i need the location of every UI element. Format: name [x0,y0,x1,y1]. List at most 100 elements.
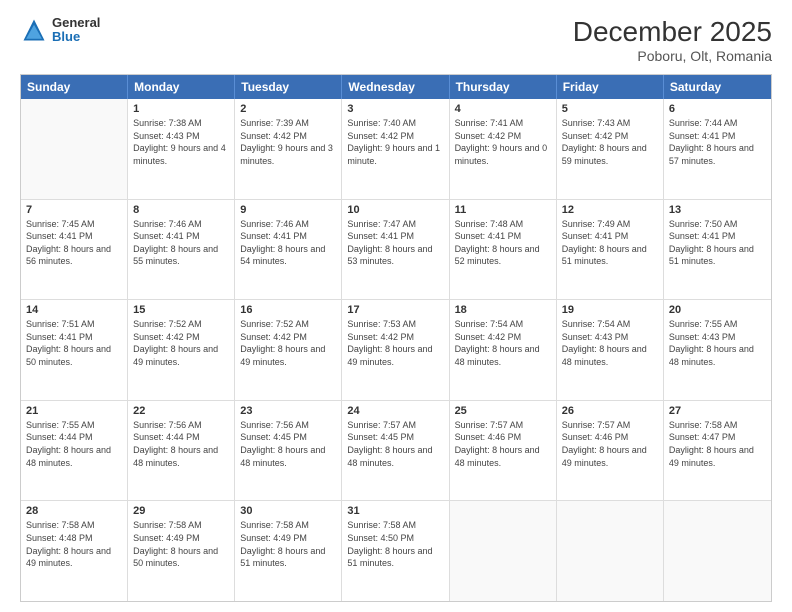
daylight-text: Daylight: 8 hours and 49 minutes. [669,444,766,469]
calendar-cell: 1Sunrise: 7:38 AMSunset: 4:43 PMDaylight… [128,99,235,199]
calendar-cell: 3Sunrise: 7:40 AMSunset: 4:42 PMDaylight… [342,99,449,199]
sunset-text: Sunset: 4:46 PM [562,431,658,444]
calendar-cell: 15Sunrise: 7:52 AMSunset: 4:42 PMDayligh… [128,300,235,400]
daylight-text: Daylight: 8 hours and 48 minutes. [562,343,658,368]
day-number: 16 [240,304,336,316]
calendar-cell: 7Sunrise: 7:45 AMSunset: 4:41 PMDaylight… [21,200,128,300]
sunrise-text: Sunrise: 7:46 AM [240,218,336,231]
sunrise-text: Sunrise: 7:58 AM [133,519,229,532]
sunset-text: Sunset: 4:41 PM [455,230,551,243]
sunrise-text: Sunrise: 7:49 AM [562,218,658,231]
sunset-text: Sunset: 4:42 PM [240,130,336,143]
sunrise-text: Sunrise: 7:52 AM [240,318,336,331]
calendar-row-5: 28Sunrise: 7:58 AMSunset: 4:48 PMDayligh… [21,501,771,601]
calendar-cell: 18Sunrise: 7:54 AMSunset: 4:42 PMDayligh… [450,300,557,400]
day-number: 25 [455,405,551,417]
day-number: 22 [133,405,229,417]
daylight-text: Daylight: 8 hours and 51 minutes. [669,243,766,268]
sunrise-text: Sunrise: 7:55 AM [669,318,766,331]
day-number: 12 [562,204,658,216]
calendar-cell: 26Sunrise: 7:57 AMSunset: 4:46 PMDayligh… [557,401,664,501]
calendar-cell: 10Sunrise: 7:47 AMSunset: 4:41 PMDayligh… [342,200,449,300]
calendar-cell: 21Sunrise: 7:55 AMSunset: 4:44 PMDayligh… [21,401,128,501]
daylight-text: Daylight: 8 hours and 49 minutes. [347,343,443,368]
sunset-text: Sunset: 4:49 PM [133,532,229,545]
calendar-cell: 5Sunrise: 7:43 AMSunset: 4:42 PMDaylight… [557,99,664,199]
header-cell-wednesday: Wednesday [342,75,449,99]
daylight-text: Daylight: 9 hours and 4 minutes. [133,142,229,167]
calendar-cell: 27Sunrise: 7:58 AMSunset: 4:47 PMDayligh… [664,401,771,501]
calendar-cell [664,501,771,601]
sunrise-text: Sunrise: 7:58 AM [26,519,122,532]
day-number: 26 [562,405,658,417]
sunset-text: Sunset: 4:42 PM [347,130,443,143]
day-number: 7 [26,204,122,216]
sunset-text: Sunset: 4:45 PM [347,431,443,444]
calendar-subtitle: Poboru, Olt, Romania [573,48,772,64]
day-number: 28 [26,505,122,517]
sunset-text: Sunset: 4:41 PM [26,331,122,344]
sunset-text: Sunset: 4:41 PM [669,230,766,243]
sunset-text: Sunset: 4:41 PM [669,130,766,143]
daylight-text: Daylight: 9 hours and 3 minutes. [240,142,336,167]
daylight-text: Daylight: 8 hours and 48 minutes. [455,343,551,368]
daylight-text: Daylight: 8 hours and 55 minutes. [133,243,229,268]
calendar-cell [21,99,128,199]
day-number: 27 [669,405,766,417]
daylight-text: Daylight: 9 hours and 1 minute. [347,142,443,167]
calendar-header-row: SundayMondayTuesdayWednesdayThursdayFrid… [21,75,771,99]
daylight-text: Daylight: 8 hours and 49 minutes. [26,545,122,570]
sunrise-text: Sunrise: 7:58 AM [669,419,766,432]
daylight-text: Daylight: 8 hours and 50 minutes. [133,545,229,570]
daylight-text: Daylight: 9 hours and 0 minutes. [455,142,551,167]
sunrise-text: Sunrise: 7:43 AM [562,117,658,130]
calendar-cell [557,501,664,601]
sunrise-text: Sunrise: 7:38 AM [133,117,229,130]
sunrise-text: Sunrise: 7:41 AM [455,117,551,130]
sunset-text: Sunset: 4:41 PM [240,230,336,243]
daylight-text: Daylight: 8 hours and 53 minutes. [347,243,443,268]
calendar-cell: 9Sunrise: 7:46 AMSunset: 4:41 PMDaylight… [235,200,342,300]
calendar-cell: 4Sunrise: 7:41 AMSunset: 4:42 PMDaylight… [450,99,557,199]
sunrise-text: Sunrise: 7:48 AM [455,218,551,231]
calendar-cell: 25Sunrise: 7:57 AMSunset: 4:46 PMDayligh… [450,401,557,501]
day-number: 20 [669,304,766,316]
daylight-text: Daylight: 8 hours and 49 minutes. [562,444,658,469]
sunrise-text: Sunrise: 7:53 AM [347,318,443,331]
day-number: 17 [347,304,443,316]
sunset-text: Sunset: 4:45 PM [240,431,336,444]
calendar-row-1: 1Sunrise: 7:38 AMSunset: 4:43 PMDaylight… [21,99,771,200]
logo-icon [20,16,48,44]
calendar: SundayMondayTuesdayWednesdayThursdayFrid… [20,74,772,602]
daylight-text: Daylight: 8 hours and 49 minutes. [240,343,336,368]
sunrise-text: Sunrise: 7:51 AM [26,318,122,331]
sunrise-text: Sunrise: 7:57 AM [347,419,443,432]
day-number: 31 [347,505,443,517]
sunset-text: Sunset: 4:43 PM [669,331,766,344]
sunrise-text: Sunrise: 7:45 AM [26,218,122,231]
calendar-cell: 31Sunrise: 7:58 AMSunset: 4:50 PMDayligh… [342,501,449,601]
sunset-text: Sunset: 4:41 PM [347,230,443,243]
title-block: December 2025 Poboru, Olt, Romania [573,16,772,64]
day-number: 8 [133,204,229,216]
calendar-cell: 12Sunrise: 7:49 AMSunset: 4:41 PMDayligh… [557,200,664,300]
day-number: 9 [240,204,336,216]
day-number: 4 [455,103,551,115]
sunrise-text: Sunrise: 7:56 AM [240,419,336,432]
day-number: 6 [669,103,766,115]
logo-text: General Blue [52,16,100,45]
daylight-text: Daylight: 8 hours and 49 minutes. [133,343,229,368]
calendar-body: 1 Sunrise: 7:38 AM Sunset: 4:43 PM Daylight… [21,99,771,601]
day-number: 23 [240,405,336,417]
sunrise-text: Sunrise: 7:40 AM [347,117,443,130]
calendar-cell: 19Sunrise: 7:54 AMSunset: 4:43 PMDayligh… [557,300,664,400]
day-number: 1 [133,103,229,115]
sunrise-text: Sunrise: 7:47 AM [347,218,443,231]
calendar-cell: 20Sunrise: 7:55 AMSunset: 4:43 PMDayligh… [664,300,771,400]
sunrise-text: Sunrise: 7:50 AM [669,218,766,231]
day-number: 11 [455,204,551,216]
header-cell-friday: Friday [557,75,664,99]
sunset-text: Sunset: 4:44 PM [133,431,229,444]
page: General Blue December 2025 Poboru, Olt, … [0,0,792,612]
daylight-text: Daylight: 8 hours and 51 minutes. [347,545,443,570]
